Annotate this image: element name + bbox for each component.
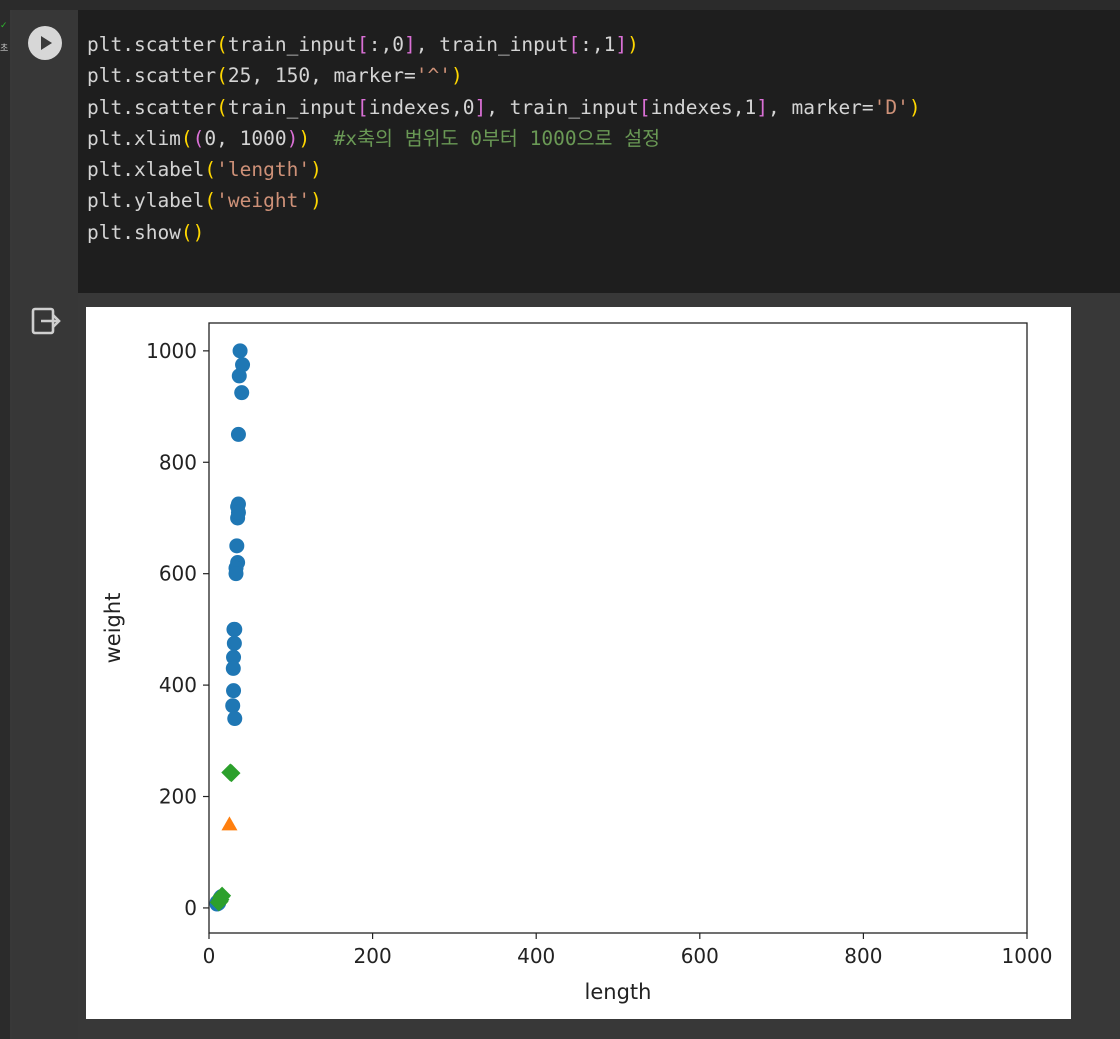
code-line[interactable]: plt.ylabel('weight'): [87, 189, 322, 212]
code-token: ): [298, 126, 311, 150]
code-token: [: [568, 33, 581, 56]
notebook-page: ✓ 초 plt.scatter(train_input[:,0], train_…: [0, 0, 1120, 1039]
scatter-point: [228, 566, 244, 582]
axes-frame: [208, 322, 1028, 934]
code-token: (: [216, 64, 228, 88]
code-line[interactable]: plt.scatter(25, 150, marker='^'): [87, 64, 463, 87]
scatter-point: [225, 698, 241, 714]
code-token: plt.show: [87, 220, 181, 244]
code-token: (: [216, 33, 228, 56]
code-line[interactable]: plt.show(): [87, 221, 204, 244]
code-token: indexes,0: [368, 95, 475, 119]
code-token: [: [357, 33, 369, 56]
output-gutter: [12, 293, 78, 1039]
code-token: (: [180, 126, 193, 150]
x-tick-label: 200: [354, 944, 392, 968]
status-char: 초: [0, 44, 9, 54]
code-token: plt.ylabel: [87, 189, 205, 213]
code-token: :,1: [580, 33, 616, 56]
code-token: (: [204, 189, 217, 213]
code-token: , train_input: [415, 33, 569, 56]
code-text[interactable]: plt.scatter(train_input[:,0], train_inpu…: [87, 29, 921, 248]
top-bar: [0, 0, 1120, 10]
scatter-point: [231, 368, 247, 384]
code-token: , train_input: [486, 95, 639, 119]
y-axis-label: weight: [101, 593, 125, 664]
code-token: plt.xlim: [87, 126, 181, 150]
code-token: ]: [615, 33, 628, 56]
code-token: plt.scatter: [87, 95, 217, 119]
scatter-point: [227, 711, 243, 727]
code-line[interactable]: plt.scatter(train_input[:,0], train_inpu…: [87, 33, 639, 56]
y-tick-label: 800: [159, 450, 197, 474]
x-axis-label: length: [585, 980, 652, 1004]
code-token: (: [192, 126, 205, 150]
cell-gutter: [12, 10, 78, 293]
code-token: ]: [404, 33, 416, 56]
code-token: train_input: [227, 33, 358, 56]
output-exit-icon[interactable]: [30, 305, 62, 337]
code-token: ): [310, 158, 322, 182]
left-gutter-strip: ✓ 초: [0, 0, 10, 1039]
code-token: ): [908, 95, 921, 119]
y-tick-label: 0: [184, 896, 197, 920]
code-line[interactable]: plt.xlabel('length'): [87, 158, 322, 181]
x-tick-label: 800: [844, 944, 882, 968]
plot-figure: 0 200 400 600 800 1000 0 200 400 600 800 1000 length…: [86, 307, 1071, 1019]
x-tick-label: 0: [203, 944, 216, 968]
x-tick-label: 1000: [1002, 944, 1053, 968]
code-token: plt.scatter: [87, 33, 217, 56]
code-token: ): [627, 33, 639, 56]
code-token: #x축의 범위도 0부터 1000으로 설정: [310, 126, 661, 150]
y-tick-label: 200: [159, 785, 197, 809]
code-token: plt.scatter: [87, 64, 217, 88]
code-token: :,0: [368, 33, 405, 56]
scatter-point-diamond: [222, 764, 241, 783]
code-line[interactable]: plt.xlim((0, 1000)) #x축의 범위도 0부터 1000으로 …: [87, 127, 660, 150]
code-token: (: [216, 95, 228, 119]
scatter-point: [225, 660, 241, 676]
scatter-point: [230, 504, 246, 520]
scatter-point: [229, 538, 245, 554]
code-token: train_input: [227, 95, 358, 119]
code-token: 'D': [873, 95, 909, 119]
scatter-point: [226, 683, 242, 699]
code-token: ]: [474, 95, 487, 119]
code-token: 'weight': [216, 189, 311, 213]
play-icon: [41, 36, 52, 50]
code-token: ): [450, 64, 463, 88]
code-cell[interactable]: plt.scatter(train_input[:,0], train_inpu…: [12, 10, 1120, 293]
code-token: , marker=: [768, 95, 874, 119]
y-tick-label: 600: [159, 562, 197, 586]
code-editor[interactable]: plt.scatter(train_input[:,0], train_inpu…: [78, 10, 1120, 293]
code-token: (: [204, 158, 217, 182]
code-token: 'length': [216, 158, 311, 182]
code-token: 25, 150, marker=: [227, 64, 416, 88]
code-token: indexes,1: [650, 95, 757, 119]
code-token: 0, 1000: [204, 126, 287, 150]
scatter-point: [232, 343, 248, 359]
code-token: [: [357, 95, 369, 119]
x-tick-label: 400: [517, 944, 555, 968]
run-cell-button[interactable]: [28, 26, 62, 60]
scatter-plot: 0 200 400 600 800 1000 0 200 400 600 800 1000 length…: [101, 322, 1053, 1004]
scatter-point: [234, 385, 250, 401]
code-line[interactable]: plt.scatter(train_input[indexes,0], trai…: [87, 96, 921, 119]
scatter-point: [227, 621, 243, 637]
code-token: ): [286, 126, 299, 150]
scatter-point-triangle: [221, 816, 238, 831]
status-check-icon: ✓: [0, 21, 8, 31]
code-token: plt.xlabel: [87, 158, 205, 182]
y-tick-label: 400: [159, 673, 197, 697]
y-tick-label: 1000: [146, 339, 197, 363]
x-tick-label: 600: [681, 944, 719, 968]
code-token: (): [180, 220, 205, 244]
code-token: ]: [756, 95, 768, 119]
code-token: [: [638, 95, 651, 119]
code-token: '^': [415, 64, 451, 88]
scatter-point: [226, 635, 242, 651]
scatter-point: [230, 426, 246, 442]
code-token: ): [310, 189, 322, 213]
